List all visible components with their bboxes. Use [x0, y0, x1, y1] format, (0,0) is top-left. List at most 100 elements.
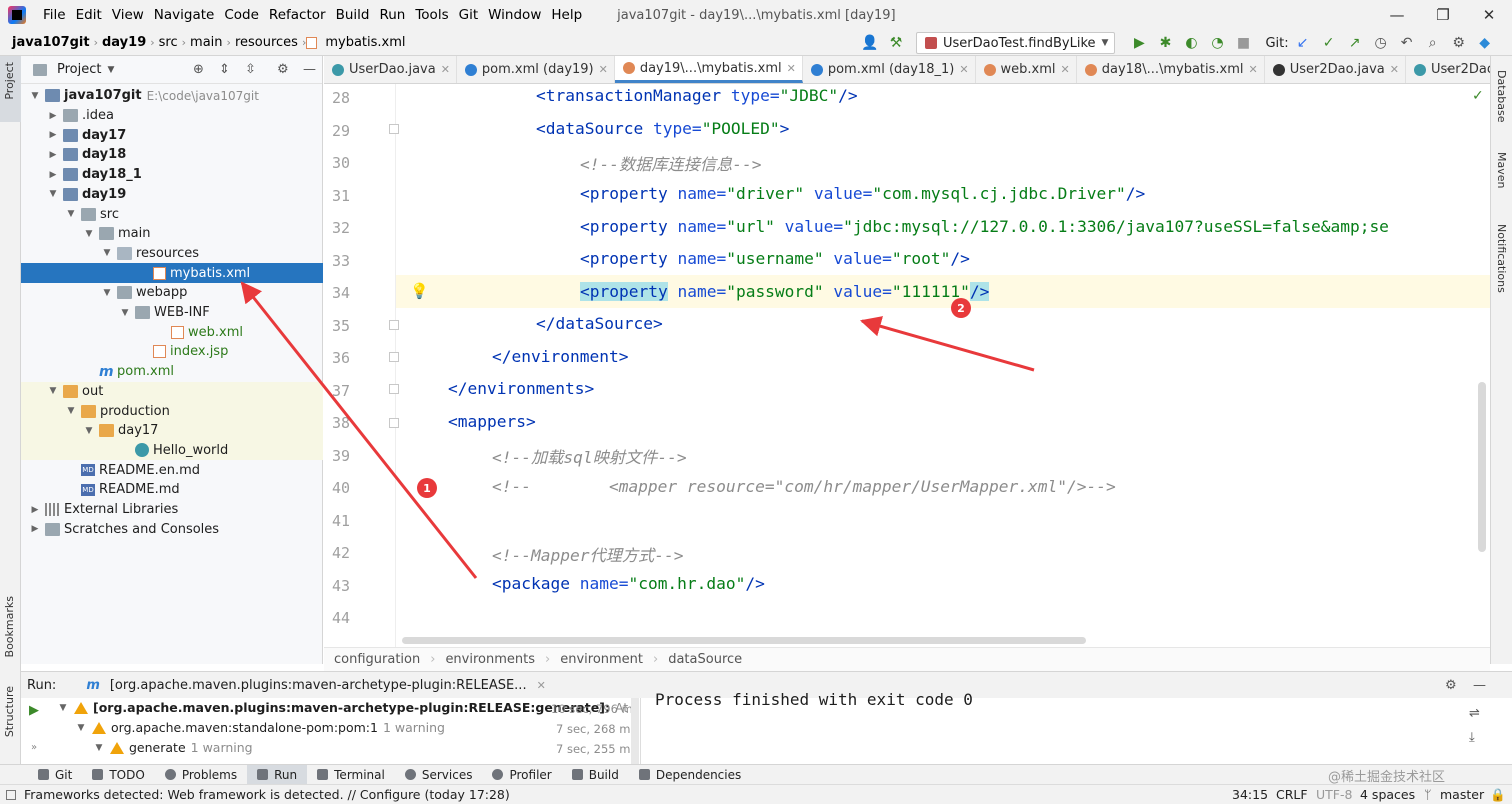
expand-arrow-icon[interactable]: ▼	[75, 723, 87, 733]
close-tab-icon[interactable]: ✕	[599, 63, 608, 76]
horizontal-scrollbar[interactable]	[402, 637, 1086, 644]
chevron-right-icon[interactable]: ▶	[29, 524, 41, 534]
editor-tab[interactable]: day19\...\mybatis.xml ✕	[614, 56, 803, 83]
project-tree-item[interactable]: MD README.en.md	[21, 460, 323, 480]
expand-arrow-icon[interactable]: ▼	[93, 743, 105, 753]
structure-tool-button[interactable]: Structure	[3, 686, 16, 737]
caret-position[interactable]: 34:15	[1232, 787, 1268, 802]
project-tree-item[interactable]: ▶ External Libraries	[21, 500, 323, 520]
editor-tab[interactable]: web.xml ✕	[976, 56, 1077, 83]
toolwindow-build[interactable]: Build	[562, 765, 629, 785]
close-icon[interactable]: ✕	[537, 679, 546, 692]
line-separator[interactable]: CRLF	[1276, 787, 1308, 802]
profile-icon[interactable]: ◔	[1205, 32, 1229, 54]
project-tree-item[interactable]: ▶ day18_1	[21, 165, 323, 185]
collapse-all-icon[interactable]: ⇳	[245, 62, 256, 77]
build-hammer-icon[interactable]: ⚒	[884, 32, 908, 54]
chevron-down-icon[interactable]: ▼	[65, 209, 77, 219]
chevron-down-icon[interactable]: ▼	[65, 406, 77, 416]
no-problems-check-icon[interactable]: ✓	[1472, 88, 1484, 104]
toolwindow-todo[interactable]: TODO	[82, 765, 154, 785]
project-tree-item[interactable]: index.jsp	[21, 342, 323, 362]
close-tab-icon[interactable]: ✕	[441, 63, 450, 76]
hide-panel-icon[interactable]: —	[303, 62, 316, 77]
menu-edit[interactable]: Edit	[71, 7, 107, 23]
soft-wrap-icon[interactable]: ⇌	[1469, 706, 1480, 721]
code-area[interactable]: <transactionManager type="JDBC"/> <dataS…	[324, 84, 1490, 647]
rerun-icon[interactable]: ▶	[29, 703, 39, 718]
menu-build[interactable]: Build	[331, 7, 375, 23]
project-tree-item[interactable]: MD README.md	[21, 480, 323, 500]
project-tree-item[interactable]: ▶ day18	[21, 145, 323, 165]
code-crumb-environment[interactable]: environment	[560, 652, 643, 667]
code-crumb-configuration[interactable]: configuration	[334, 652, 420, 667]
project-tree-item[interactable]: ▼ resources	[21, 244, 323, 264]
close-tab-icon[interactable]: ✕	[959, 63, 968, 76]
project-tree-item[interactable]: Hello_world	[21, 440, 323, 461]
search-icon[interactable]: ⌕	[1421, 32, 1445, 54]
chevron-down-icon[interactable]: ▼	[83, 426, 95, 436]
git-update-icon[interactable]: ↙	[1291, 32, 1315, 54]
project-tool-button[interactable]: Project	[3, 62, 16, 100]
chevron-right-icon[interactable]: ▶	[47, 111, 59, 121]
coverage-icon[interactable]: ◐	[1179, 32, 1203, 54]
project-tree-item[interactable]: ▼ main	[21, 224, 323, 244]
run-configuration-select[interactable]: UserDaoTest.findByLike ▼	[916, 32, 1116, 54]
code-crumb-datasource[interactable]: dataSource	[668, 652, 742, 667]
project-tree-item[interactable]: web.xml	[21, 322, 323, 342]
editor-tab[interactable]: UserDao.java ✕	[324, 56, 457, 83]
crumb-project[interactable]: java107git	[8, 35, 94, 50]
scroll-to-end-icon[interactable]: ⤓	[1469, 730, 1475, 745]
chevron-right-icon[interactable]: ▶	[47, 150, 59, 160]
crumb-module[interactable]: day19	[98, 35, 150, 50]
chevron-down-icon[interactable]: ▼	[101, 248, 113, 258]
menu-file[interactable]: File	[38, 7, 71, 23]
chevron-down-icon[interactable]: ▼	[101, 288, 113, 298]
menu-run[interactable]: Run	[374, 7, 410, 23]
project-tree-item[interactable]: ▼ WEB-INF	[21, 303, 323, 323]
project-tree-item[interactable]: mybatis.xml	[21, 263, 323, 283]
toolwindow-profiler[interactable]: Profiler	[482, 765, 561, 785]
chevron-right-icon[interactable]: ▶	[47, 170, 59, 180]
tab-list-chevron-icon[interactable]: ⌄	[1444, 60, 1454, 74]
editor-tab[interactable]: pom.xml (day19) ✕	[457, 56, 615, 83]
jetbrains-toolbox-icon[interactable]: ◆	[1473, 32, 1497, 54]
console-output[interactable]: Process finished with exit code 0	[655, 690, 973, 709]
indent-setting[interactable]: 4 spaces	[1360, 787, 1415, 802]
project-tree-item[interactable]: ▶ .idea	[21, 106, 323, 126]
crumb-resources[interactable]: resources	[231, 35, 302, 50]
maximize-button[interactable]: ❐	[1420, 0, 1466, 30]
chevron-down-icon[interactable]: ▼	[47, 386, 59, 396]
database-tool-button[interactable]: Database	[1495, 70, 1508, 123]
locate-target-icon[interactable]: ⊕	[193, 62, 204, 77]
project-tree-item[interactable]: ▼ src	[21, 204, 323, 224]
run-tree-row[interactable]: ▼ [org.apache.maven.plugins:maven-archet…	[57, 700, 629, 715]
project-view-title[interactable]: Project	[57, 62, 101, 77]
settings-gear-icon[interactable]: ⚙	[1447, 32, 1471, 54]
menu-git[interactable]: Git	[454, 7, 484, 23]
toolwindow-run[interactable]: Run	[247, 764, 308, 785]
options-gear-icon[interactable]: ⚙	[277, 62, 289, 77]
run-settings-gear-icon[interactable]: ⚙	[1445, 678, 1457, 693]
toolwindow-dependencies[interactable]: Dependencies	[629, 765, 751, 785]
editor-tab[interactable]: pom.xml (day18_1) ✕	[803, 56, 976, 83]
bookmarks-tool-button[interactable]: Bookmarks	[3, 596, 16, 657]
lock-icon[interactable]: 🔒	[1490, 787, 1506, 803]
project-tree-item[interactable]: ▶ day17	[21, 125, 323, 145]
close-tab-icon[interactable]: ✕	[1249, 63, 1258, 76]
project-tree-item[interactable]: ▼ day19	[21, 185, 323, 205]
close-tab-icon[interactable]: ✕	[1061, 63, 1070, 76]
chevron-down-icon[interactable]: ▼	[83, 229, 95, 239]
project-tree-item[interactable]: ▼ out	[21, 381, 323, 402]
git-commit-icon[interactable]: ✓	[1317, 32, 1341, 54]
menu-navigate[interactable]: Navigate	[149, 7, 220, 23]
project-tree-item[interactable]: ▼ java107git E:\code\java107git	[21, 86, 323, 106]
project-tree-item[interactable]: ▶ Scratches and Consoles	[21, 519, 323, 539]
notifications-tool-button[interactable]: Notifications	[1495, 224, 1508, 293]
crumb-src[interactable]: src	[155, 35, 182, 50]
menu-window[interactable]: Window	[483, 7, 546, 23]
hide-run-panel-icon[interactable]: —	[1473, 678, 1486, 693]
toolwindow-terminal[interactable]: Terminal	[307, 765, 395, 785]
run-tab[interactable]: [org.apache.maven.plugins:maven-archetyp…	[110, 678, 527, 693]
project-tree-item[interactable]: ▼ webapp	[21, 283, 323, 303]
